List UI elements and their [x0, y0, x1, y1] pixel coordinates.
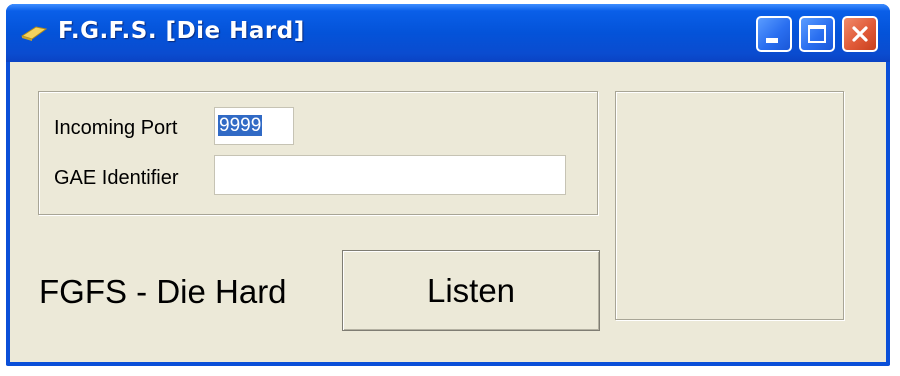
- title-bar[interactable]: F.G.F.S. [Die Hard]: [6, 4, 890, 62]
- minimize-icon: [766, 38, 778, 43]
- incoming-port-field[interactable]: 9999: [214, 107, 294, 145]
- close-icon: [852, 26, 868, 42]
- minimize-button[interactable]: [756, 16, 792, 52]
- window-title: F.G.F.S. [Die Hard]: [58, 18, 305, 44]
- gae-identifier-field[interactable]: [214, 155, 566, 195]
- maximize-button[interactable]: [799, 16, 835, 52]
- maximize-icon: [808, 25, 826, 43]
- app-name-label: FGFS - Die Hard: [39, 273, 287, 310]
- close-button[interactable]: [842, 16, 878, 52]
- side-panel: [615, 91, 844, 320]
- settings-groupbox: [38, 91, 598, 215]
- incoming-port-value: 9999: [218, 115, 263, 136]
- listen-button[interactable]: Listen: [342, 250, 600, 331]
- gae-identifier-label: GAE Identifier: [54, 167, 179, 189]
- app-icon: [20, 26, 48, 41]
- incoming-port-label: Incoming Port: [54, 117, 178, 139]
